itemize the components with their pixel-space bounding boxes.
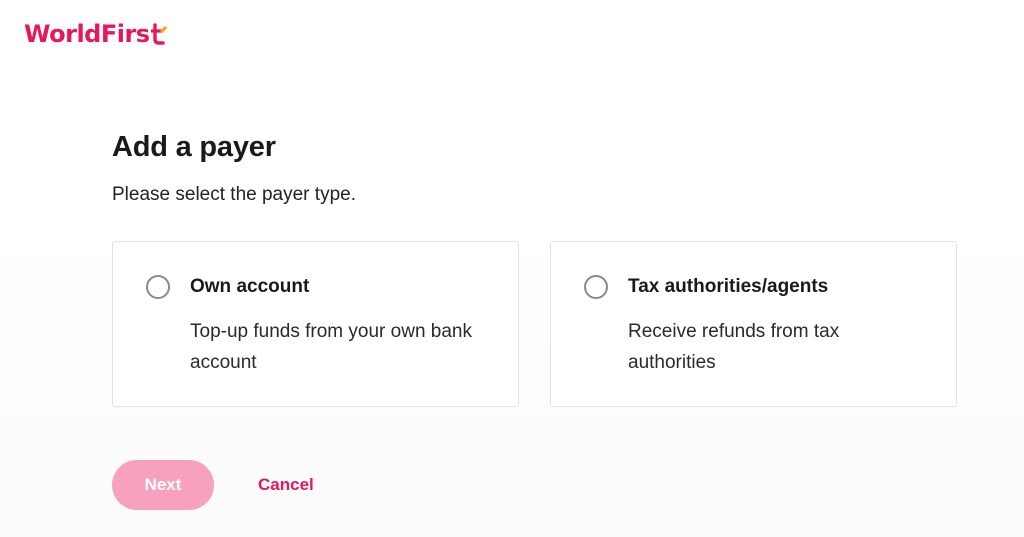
own-account-title: Own account [190, 276, 310, 297]
logo-t-mark-icon [150, 23, 167, 45]
cancel-link[interactable]: Cancel [258, 475, 314, 495]
tax-authorities-title: Tax authorities/agents [628, 276, 829, 297]
tax-authorities-radio[interactable] [584, 275, 608, 299]
tax-authorities-description: Receive refunds from tax authorities [628, 321, 840, 373]
next-button[interactable]: Next [112, 460, 214, 510]
page-title: Add a payer [112, 131, 276, 163]
own-account-description: Top-up funds from your own bank account [190, 321, 472, 373]
payer-type-tax-authorities-card[interactable]: Tax authorities/agents Receive refunds f… [550, 241, 957, 407]
page-subtitle: Please select the payer type. [112, 184, 356, 205]
own-account-radio[interactable] [146, 275, 170, 299]
payer-type-own-account-card[interactable]: Own account Top-up funds from your own b… [112, 241, 519, 407]
logo-wordmark: WorldFirs [24, 20, 150, 48]
worldfirst-logo[interactable]: WorldFirs [24, 18, 167, 50]
